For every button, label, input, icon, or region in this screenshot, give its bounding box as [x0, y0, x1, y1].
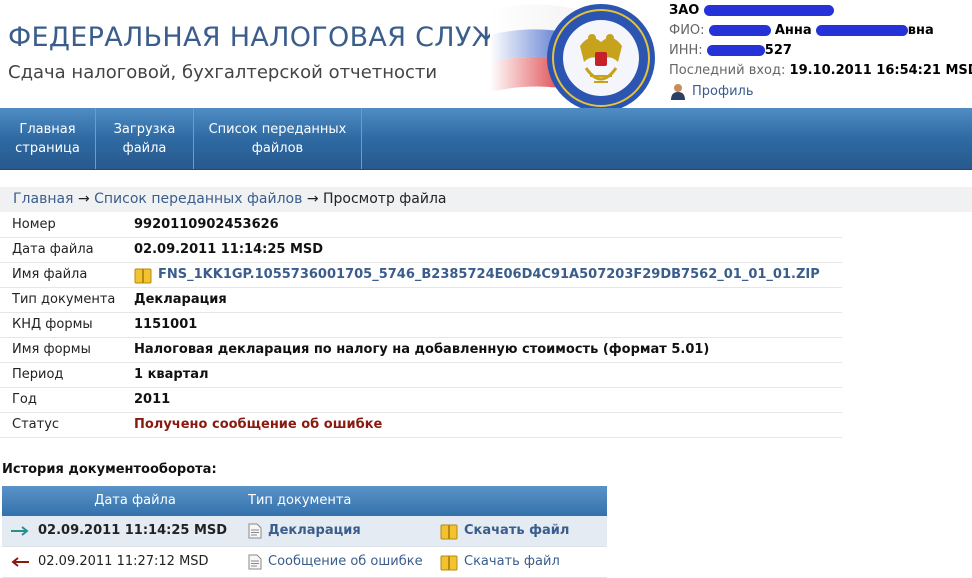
profile-link[interactable]: Профиль: [669, 82, 754, 100]
nav-item-label: Загрузка файла: [113, 121, 176, 156]
inn-label: ИНН:: [669, 43, 703, 58]
column-header-date: Дата файла: [94, 493, 176, 508]
history-doc-link[interactable]: Сообщение об ошибке: [248, 547, 440, 577]
detail-label: Год: [12, 392, 37, 407]
nav-item-label: Список переданных файлов: [208, 121, 347, 156]
history-doc-type: Декларация: [268, 523, 361, 538]
last-login-label: Последний вход:: [669, 63, 786, 78]
zip-archive-icon: [134, 268, 152, 283]
status-value: Получено сообщение об ошибке: [134, 417, 383, 432]
detail-value: 02.09.2011 11:14:25 MSD: [134, 242, 324, 257]
detail-label: Имя формы: [12, 342, 91, 357]
detail-value: 1151001: [134, 317, 198, 332]
breadcrumb-separator: →: [306, 191, 319, 207]
header: ФЕДЕРАЛЬНАЯ НАЛОГОВАЯ СЛУЖБА Сдача налог…: [0, 0, 972, 112]
redacted-inn: [706, 45, 765, 56]
zip-archive-icon: [440, 555, 458, 570]
last-login-value: 19.10.2011 16:54:21 MSD: [789, 63, 972, 78]
org-prefix: ЗАО: [669, 3, 700, 18]
detail-row-period: Период 1 квартал: [0, 363, 842, 388]
file-name-text: FNS_1KK1GP.1055736001705_5746_B2385724E0…: [158, 267, 820, 282]
history-doc-type: Сообщение об ошибке: [268, 554, 423, 569]
breadcrumb-file-list-link[interactable]: Список переданных файлов: [94, 191, 302, 207]
fio-line: ФИО: Анна вна: [669, 21, 969, 41]
arrow-left-icon: [2, 547, 38, 577]
detail-value: 9920110902453626: [134, 217, 279, 232]
user-info-panel: ЗАО ФИО: Анна вна ИНН: 527 Последний вхо…: [669, 1, 972, 81]
redacted-surname: [708, 25, 771, 36]
breadcrumb-home-link[interactable]: Главная: [13, 191, 73, 207]
detail-value: 1 квартал: [134, 367, 209, 382]
detail-row-doc-type: Тип документа Декларация: [0, 288, 842, 313]
history-row[interactable]: 02.09.2011 11:14:25 MSD Декларация Скача…: [2, 516, 607, 547]
redacted-patronymic: [815, 25, 908, 36]
fns-emblem-logo: [547, 4, 655, 112]
document-icon: [248, 523, 262, 539]
detail-row-knd: КНД формы 1151001: [0, 313, 842, 338]
detail-value: 2011: [134, 392, 171, 407]
detail-row-form-name: Имя формы Налоговая декларация по налогу…: [0, 338, 842, 363]
detail-value: Декларация: [134, 292, 227, 307]
nav-item-upload[interactable]: Загрузка файла: [96, 108, 194, 169]
breadcrumb-separator: →: [77, 191, 90, 207]
download-label: Скачать файл: [464, 523, 570, 538]
breadcrumb-current: Просмотр файла: [323, 191, 447, 207]
detail-label: КНД формы: [12, 317, 93, 332]
org-line: ЗАО: [669, 1, 969, 21]
main-nav: Главная страница Загрузка файла Список п…: [0, 108, 972, 170]
download-link[interactable]: Скачать файл: [440, 547, 607, 577]
file-name-link[interactable]: FNS_1KK1GP.1055736001705_5746_B2385724E0…: [134, 263, 842, 287]
detail-row-file-name: Имя файла FNS_1KK1GP.1055736001705_5746_…: [0, 263, 842, 288]
redacted-org-name: [703, 5, 834, 16]
fio-name: Анна: [774, 23, 812, 38]
detail-value: Налоговая декларация по налогу на добавл…: [134, 342, 710, 357]
detail-row-file-date: Дата файла 02.09.2011 11:14:25 MSD: [0, 238, 842, 263]
detail-label: Номер: [12, 217, 56, 232]
history-doc-link[interactable]: Декларация: [248, 516, 440, 546]
download-label: Скачать файл: [464, 554, 560, 569]
history-date: 02.09.2011 11:27:12 MSD: [38, 554, 209, 569]
file-details-table: Номер 9920110902453626 Дата файла 02.09.…: [0, 213, 842, 438]
breadcrumb: Главная → Список переданных файлов → Про…: [0, 187, 972, 212]
arrow-right-icon: [2, 516, 38, 546]
history-row[interactable]: 02.09.2011 11:27:12 MSD Сообщение об оши…: [2, 547, 607, 578]
history-table: Дата файла Тип документа 02.09.2011 11:1…: [2, 486, 607, 578]
site-subtitle: Сдача налоговой, бухгалтерской отчетност…: [8, 62, 438, 83]
detail-label: Статус: [12, 417, 60, 432]
detail-label: Дата файла: [12, 242, 94, 257]
document-icon: [248, 554, 262, 570]
detail-label: Период: [12, 367, 64, 382]
last-login-line: Последний вход: 19.10.2011 16:54:21 MSD: [669, 61, 972, 81]
history-header: Дата файла Тип документа: [2, 486, 607, 516]
user-avatar-icon: [671, 84, 685, 100]
nav-item-label: Главная страница: [15, 121, 80, 156]
history-title: История документооборота:: [2, 462, 217, 477]
column-header-type: Тип документа: [248, 493, 352, 508]
detail-label: Имя файла: [12, 267, 88, 282]
fio-suffix: вна: [907, 23, 934, 38]
detail-label: Тип документа: [12, 292, 116, 307]
nav-item-home[interactable]: Главная страница: [0, 108, 96, 169]
history-date: 02.09.2011 11:14:25 MSD: [38, 523, 228, 538]
download-link[interactable]: Скачать файл: [440, 516, 607, 546]
inn-suffix: 527: [764, 43, 792, 58]
site-title: ФЕДЕРАЛЬНАЯ НАЛОГОВАЯ СЛУЖБА: [8, 22, 539, 53]
nav-item-file-list[interactable]: Список переданных файлов: [194, 108, 362, 169]
detail-row-status: Статус Получено сообщение об ошибке: [0, 413, 842, 438]
detail-row-year: Год 2011: [0, 388, 842, 413]
profile-label: Профиль: [692, 83, 754, 99]
fio-label: ФИО:: [669, 23, 705, 38]
detail-row-number: Номер 9920110902453626: [0, 213, 842, 238]
inn-line: ИНН: 527: [669, 41, 969, 61]
zip-archive-icon: [440, 524, 458, 539]
